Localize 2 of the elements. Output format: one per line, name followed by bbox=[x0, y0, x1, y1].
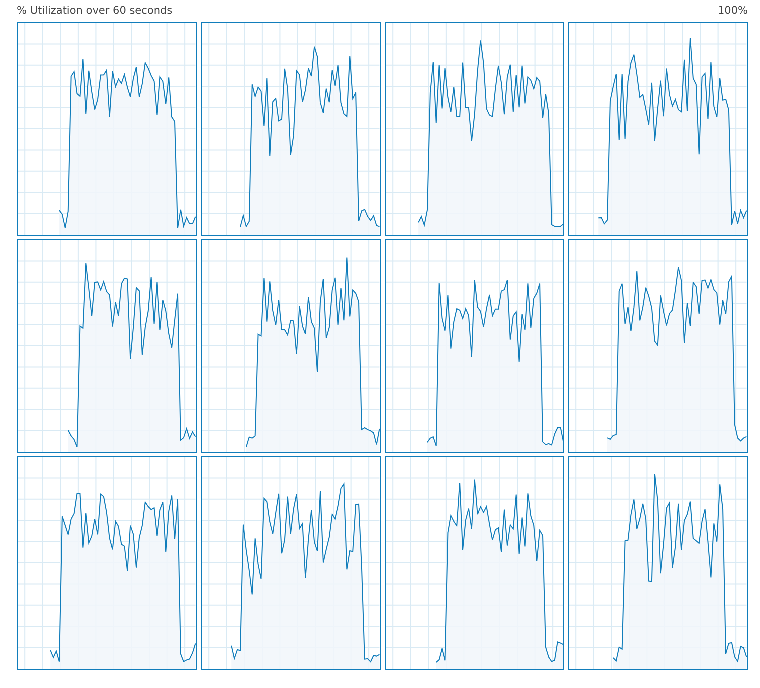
max-label: 100% bbox=[718, 5, 748, 17]
graph-title: % Utilization over 60 seconds bbox=[17, 5, 173, 17]
